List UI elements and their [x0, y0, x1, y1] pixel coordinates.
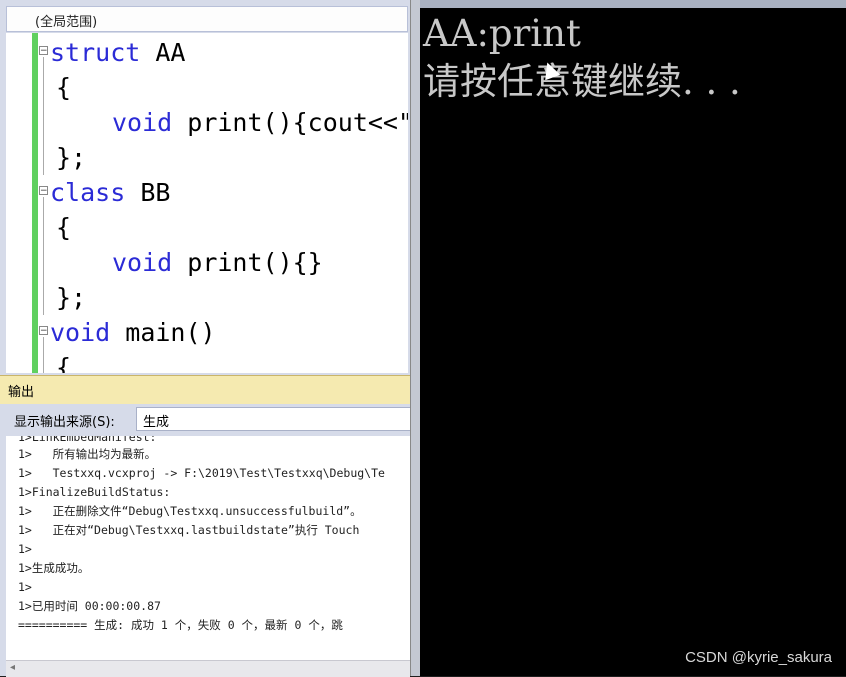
output-title-label: 输出	[8, 385, 35, 400]
code-line: struct AA	[50, 38, 186, 67]
code-line: };	[56, 143, 87, 172]
fold-guide	[43, 197, 44, 315]
code-line: void print(){}	[112, 248, 323, 277]
code-line: {	[56, 353, 72, 373]
output-source-label: 显示输出来源(S):	[14, 415, 115, 430]
log-line: 1> 正在删除文件“Debug\Testxxq.unsuccessfulbuil…	[18, 504, 362, 518]
fold-toggle-struct-icon[interactable]: −	[39, 46, 48, 56]
fold-toggle-class-icon[interactable]: −	[39, 186, 48, 196]
output-horizontal-scrollbar[interactable]: ◂	[6, 660, 410, 677]
console-output-line: 请按任意键继续. . .	[423, 60, 741, 103]
log-line: 1>已用时间 00:00:00.87	[18, 599, 161, 613]
ide-panel: (全局范围) − − − struct AA { void print(){co…	[0, 0, 412, 677]
code-line: };	[56, 283, 87, 312]
log-line: 1>	[18, 542, 32, 556]
scope-label: (全局范围)	[35, 15, 98, 30]
log-line: 1> 所有输出均为最新。	[18, 447, 157, 461]
code-line: class BB	[50, 178, 171, 207]
fold-toggle-main-icon[interactable]: −	[39, 326, 48, 336]
scroll-left-icon[interactable]: ◂	[10, 662, 15, 673]
log-line: 1>生成成功。	[18, 561, 90, 575]
watermark: CSDN @kyrie_sakura	[685, 649, 832, 666]
code-line: void print(){cout<<"	[112, 108, 408, 137]
code-line: {	[56, 213, 72, 242]
scope-dropdown[interactable]: (全局范围)	[6, 6, 408, 32]
code-editor[interactable]: − − − struct AA { void print(){cout<<" }…	[6, 33, 408, 373]
fold-guide	[43, 57, 44, 175]
log-line: 1> 正在对“Debug\Testxxq.lastbuildstate”执行 T…	[18, 523, 360, 537]
code-line: {	[56, 73, 72, 102]
log-line: 1>	[18, 580, 32, 594]
console-window[interactable]: AA:print 请按任意键继续. . .	[420, 0, 846, 676]
change-marker-bar	[32, 33, 38, 373]
code-line: void main()	[50, 318, 216, 347]
log-line: 1>FinalizeBuildStatus:	[18, 485, 171, 499]
output-source-bar: 显示输出来源(S): 生成	[6, 404, 412, 434]
output-source-select[interactable]: 生成	[136, 407, 412, 431]
console-titlebar-edge	[420, 0, 846, 8]
log-line: 1> Testxxq.vcxproj -> F:\2019\Test\Testx…	[18, 466, 385, 480]
log-line: ========== 生成: 成功 1 个，失败 0 个，最新 0 个，跳	[18, 618, 343, 632]
output-log[interactable]: 1>LinkEmbedManifest: 1> 所有输出均为最新。 1> Tes…	[6, 436, 410, 660]
output-source-value: 生成	[143, 415, 170, 430]
fold-guide	[43, 337, 44, 373]
output-pane-title: 输出	[0, 375, 412, 404]
console-output-line: AA:print	[423, 12, 581, 55]
